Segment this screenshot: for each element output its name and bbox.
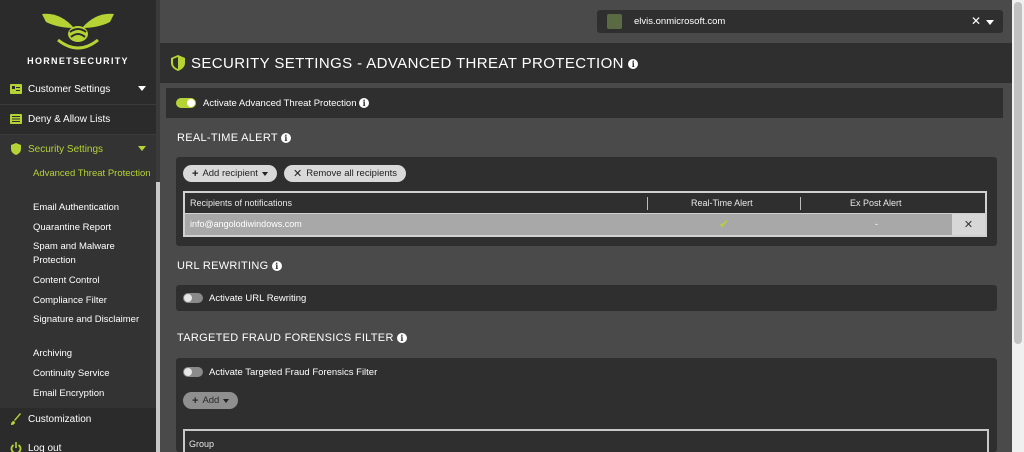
info-icon[interactable]: i [271,261,282,272]
url-rewriting-heading-text: URL REWRITING [177,260,269,272]
url-rewriting-toggle-label: Activate URL Rewriting [209,293,307,304]
sidebar-item-compliance-filter[interactable]: Compliance Filter [33,294,151,308]
clear-tenant-icon[interactable]: ✕ [971,14,981,28]
tenant-selector[interactable]: elvis.onmicrosoft.com ✕ [597,10,1003,33]
close-icon: ✕ [293,168,303,180]
sidebar-item-advanced-threat-protection[interactable]: Advanced Threat Protection [33,167,151,181]
fraud-filter-toggle-label: Activate Targeted Fraud Forensics Filter [209,367,378,378]
fraud-filter-heading: TARGETED FRAUD FORENSICS FILTER i [177,332,408,344]
column-divider [647,197,648,210]
sidebar-item-label: Log out [28,442,62,452]
url-rewriting-heading: URL REWRITING i [177,260,282,272]
realtime-alert-panel: + Add recipient ✕ Remove all recipients Re… [176,157,997,246]
page-title: SECURITY SETTINGS - ADVANCED THREAT PROT… [191,55,639,72]
delete-recipient-button[interactable]: ✕ [952,214,985,235]
info-icon[interactable]: i [281,133,292,144]
table-header: Recipients of notifications Real-Time Al… [185,193,985,213]
page-title-text: SECURITY SETTINGS - ADVANCED THREAT PROT… [191,55,624,72]
column-divider [800,197,801,210]
table-header: Group [185,431,987,452]
hornet-logo-icon [42,13,114,50]
plus-icon: + [192,167,199,180]
list-icon [10,113,22,125]
url-rewriting-panel: Activate URL Rewriting [176,285,997,311]
chevron-down-icon [138,86,146,91]
sidebar-item-label: Customization [28,413,92,425]
toggle-knob [184,294,192,302]
sidebar-item-logout[interactable]: Log out [0,434,156,452]
toggle-knob [184,368,192,376]
sidebar-item-spam-malware-protection[interactable]: Spam and Malware Protection [33,240,151,268]
sidebar: HORNETSECURITY Customer Settings Deny & … [0,0,156,452]
remove-all-label: Remove all recipients [306,168,398,179]
chevron-down-icon [261,171,268,176]
atp-toggle[interactable] [176,98,196,108]
sidebar-item-email-authentication[interactable]: Email Authentication [33,201,151,215]
table-row: info@angolodiwindows.com ✔ - ✕ [185,214,985,235]
atp-toggle-row: Activate Advanced Threat Protection i [166,88,1003,118]
sidebar-item-security-settings[interactable]: Security Settings [0,135,156,163]
sidebar-item-deny-allow-lists[interactable]: Deny & Allow Lists [0,105,156,133]
scrollbar-thumb[interactable] [1014,2,1022,344]
main-content: Activate Advanced Threat Protection i RE… [166,88,1003,452]
shield-icon [10,143,22,155]
column-header-realtime-alert: Real-Time Alert [691,198,753,208]
sidebar-item-email-encryption[interactable]: Email Encryption [33,387,151,401]
sidebar-item-label: Customer Settings [28,83,111,95]
column-header-expost-alert: Ex Post Alert [850,198,902,208]
top-bar: elvis.onmicrosoft.com ✕ [160,0,1012,42]
fraud-filter-heading-text: TARGETED FRAUD FORENSICS FILTER [177,332,394,344]
recipients-table: Recipients of notifications Real-Time Al… [183,191,987,237]
chevron-down-icon[interactable] [986,20,994,25]
power-icon [10,442,22,452]
sidebar-item-label: Deny & Allow Lists [28,113,111,125]
hornetsecurity-logo[interactable]: HORNETSECURITY [0,0,156,72]
toggle-knob [187,99,195,107]
add-recipient-button[interactable]: + Add recipient [183,165,277,182]
sidebar-item-content-control[interactable]: Content Control [33,274,151,288]
fraud-filter-panel: Activate Targeted Fraud Forensics Filter… [176,358,997,452]
expost-value[interactable]: - [875,219,878,229]
sidebar-item-continuity-service[interactable]: Continuity Service [33,367,151,381]
info-icon[interactable]: i [397,333,408,344]
page-header: SECURITY SETTINGS - ADVANCED THREAT PROT… [160,43,1012,83]
sidebar-item-quarantine-report[interactable]: Quarantine Report [33,221,151,235]
page-scrollbar[interactable] [1012,0,1024,452]
group-table: Group [183,429,989,452]
realtime-alert-heading-text: REAL-TIME ALERT [177,132,278,144]
tenant-name: elvis.onmicrosoft.com [634,16,726,27]
chevron-down-icon [138,146,146,151]
column-header-group: Group [189,439,215,449]
column-header-recipients: Recipients of notifications [190,198,293,208]
id-card-icon [10,83,22,95]
sidebar-item-label: Security Settings [28,143,104,155]
fraud-filter-toggle[interactable] [183,367,203,377]
plus-icon: + [192,394,199,407]
tenant-avatar-icon [607,14,622,29]
add-group-button[interactable]: + Add [183,392,239,409]
url-rewriting-toggle[interactable] [183,293,203,303]
shield-icon [171,55,185,71]
chevron-down-icon [223,398,230,403]
info-icon[interactable]: i [359,98,370,109]
logo-text: HORNETSECURITY [27,56,129,66]
sidebar-item-customer-settings[interactable]: Customer Settings [0,75,156,103]
atp-toggle-label: Activate Advanced Threat Protection i [203,98,370,109]
atp-toggle-label-text: Activate Advanced Threat Protection [203,98,357,109]
sidebar-item-customization[interactable]: Customization [0,405,156,433]
brush-icon [10,413,22,425]
add-group-label: Add [202,395,220,406]
security-submenu: Advanced Threat Protection Email Authent… [0,163,156,408]
info-icon[interactable]: i [628,59,639,70]
realtime-alert-heading: REAL-TIME ALERT i [177,132,292,144]
add-recipient-label: Add recipient [202,168,258,179]
scrollbar-thumb[interactable] [156,182,160,452]
sidebar-item-signature-disclaimer[interactable]: Signature and Disclaimer [33,313,151,327]
recipient-email: info@angolodiwindows.com [190,219,302,229]
sidebar-item-archiving[interactable]: Archiving [33,347,151,361]
remove-all-recipients-button[interactable]: ✕ Remove all recipients [284,165,407,182]
checkmark-icon[interactable]: ✔ [719,217,729,231]
